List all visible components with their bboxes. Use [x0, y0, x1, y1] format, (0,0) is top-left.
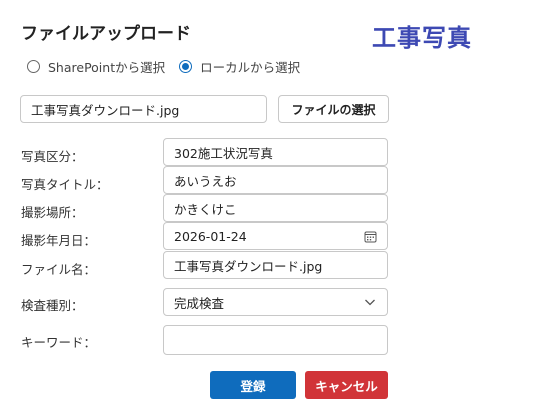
- date-label: 撮影年月日：: [21, 233, 97, 248]
- photo-title-field[interactable]: あいうえお: [163, 166, 388, 194]
- radio-sharepoint[interactable]: SharePointから選択: [27, 57, 165, 76]
- inspection-type-value: 完成検査: [174, 295, 225, 311]
- file-name-field[interactable]: 工事写真ダウンロード.jpg: [163, 251, 388, 279]
- file-name-label: ファイル名：: [21, 262, 97, 277]
- brand-title: 工事写真: [372, 24, 472, 52]
- radio-local-label: ローカルから選択: [200, 60, 301, 75]
- selected-file-name: 工事写真ダウンロード.jpg: [31, 102, 180, 118]
- photo-category-label: 写真区分：: [21, 149, 84, 164]
- radio-local[interactable]: ローカルから選択: [179, 57, 300, 76]
- selected-file-display: 工事写真ダウンロード.jpg: [20, 95, 267, 123]
- select-file-button[interactable]: ファイルの選択: [278, 95, 389, 123]
- photo-category-value: 302施工状況写真: [174, 145, 273, 161]
- radio-sharepoint-label: SharePointから選択: [48, 60, 166, 75]
- location-value: かきくけこ: [174, 201, 237, 217]
- keyword-field[interactable]: [163, 325, 388, 355]
- date-value: 2026-01-24: [174, 228, 247, 244]
- keyword-label: キーワード：: [21, 335, 97, 350]
- chevron-down-icon: [363, 295, 377, 309]
- calendar-icon[interactable]: [363, 229, 377, 243]
- photo-title-label: 写真タイトル：: [21, 177, 109, 192]
- radio-sharepoint-indicator[interactable]: [27, 60, 40, 73]
- file-name-value: 工事写真ダウンロード.jpg: [174, 258, 323, 274]
- source-radio-group: SharePointから選択 ローカルから選択: [27, 57, 300, 76]
- radio-local-indicator[interactable]: [179, 60, 193, 73]
- cancel-button[interactable]: キャンセル: [305, 371, 388, 399]
- inspection-type-label: 検査種別：: [21, 298, 84, 313]
- photo-category-field[interactable]: 302施工状況写真: [163, 138, 388, 166]
- register-button[interactable]: 登録: [210, 371, 296, 399]
- location-field[interactable]: かきくけこ: [163, 194, 388, 222]
- date-field[interactable]: 2026-01-24: [163, 222, 388, 250]
- photo-title-value: あいうえお: [174, 173, 237, 189]
- page-title: ファイルアップロード: [21, 24, 191, 44]
- location-label: 撮影場所：: [21, 205, 84, 220]
- inspection-type-select[interactable]: 完成検査: [163, 288, 388, 316]
